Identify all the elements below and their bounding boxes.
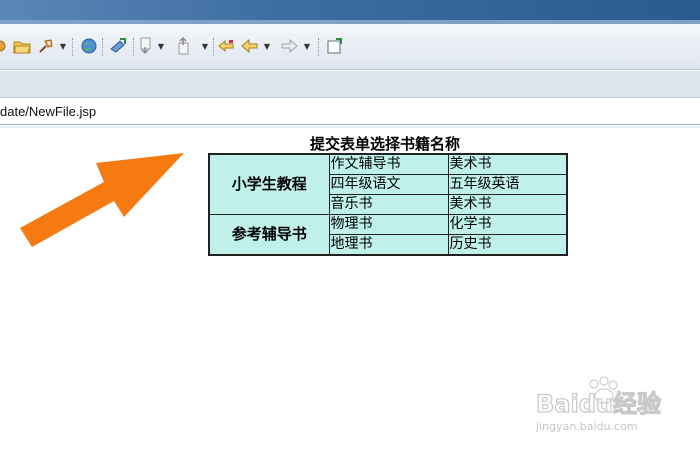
book-cell: 化学书 [447,214,568,235]
orange-arrow-icon [20,153,184,247]
pin-editor-icon[interactable] [326,35,344,57]
address-input[interactable]: date/NewFile.jsp [0,104,96,119]
address-bar-divider [0,126,700,128]
prev-annotation-chevron-down-icon[interactable]: ▼ [200,35,210,57]
book-cell: 美术书 [447,194,568,215]
book-table-body: 小学生教程 作文辅导书 美术书 四年级语文 五年级英语 音乐书 美术书 参考辅导书 物理书 化学书… [208,153,568,256]
watermark-url: jingyan.baidu.com [535,420,638,433]
table-row: 参考辅导书 物理书 化学书 [208,214,568,256]
book-table: 小学生教程 作文辅导书 美术书 四年级语文 五年级英语 音乐书 美术书 参考辅导书 物理书 化学书… [208,153,568,256]
page-title: 提交表单选择书籍名称 [309,135,460,153]
back-icon[interactable] [241,35,259,57]
debug-icon[interactable] [107,35,129,57]
book-cell: 美术书 [447,153,568,175]
prev-annotation-icon[interactable] [176,35,192,57]
toolbar-separator [318,38,319,56]
run-icon[interactable] [36,35,56,57]
group-label-cell: 参考辅导书 [208,214,330,256]
baidu-watermark: Baidu经验 jingyan.baidu.com [535,376,662,433]
watermark-brand: Baidu经验 [536,390,661,418]
forward-chevron-down-icon[interactable]: ▼ [302,35,312,57]
main-toolbar: ▼ ▼ ▼ ▼ ▼ [0,24,700,70]
last-edit-icon[interactable] [217,35,235,57]
save-icon[interactable] [0,35,8,57]
address-bar[interactable]: date/NewFile.jsp [0,99,700,125]
perspective-bar [0,71,700,98]
book-cell: 历史书 [447,234,568,256]
book-cell: 四年级语文 [328,174,449,195]
toolbar-separator [72,38,73,56]
book-cell: 作文辅导书 [328,153,449,175]
book-cell: 音乐书 [328,194,449,215]
toolbar-separator [102,38,103,56]
forward-icon[interactable] [280,35,298,57]
book-cell: 物理书 [328,214,449,235]
back-chevron-down-icon[interactable]: ▼ [262,35,272,57]
group-label-cell: 小学生教程 [208,153,330,215]
book-cell: 五年级英语 [447,174,568,195]
table-row: 小学生教程 作文辅导书 美术书 [208,153,568,215]
globe-icon[interactable] [79,35,99,57]
toolbar-separator [133,38,134,56]
book-cell: 地理书 [328,234,449,256]
open-folder-icon[interactable] [12,35,32,57]
toolbar-separator [213,38,214,56]
next-annotation-chevron-down-icon[interactable]: ▼ [156,35,166,57]
next-annotation-icon[interactable] [138,35,154,57]
run-dropdown-chevron-down-icon[interactable]: ▼ [58,35,68,57]
